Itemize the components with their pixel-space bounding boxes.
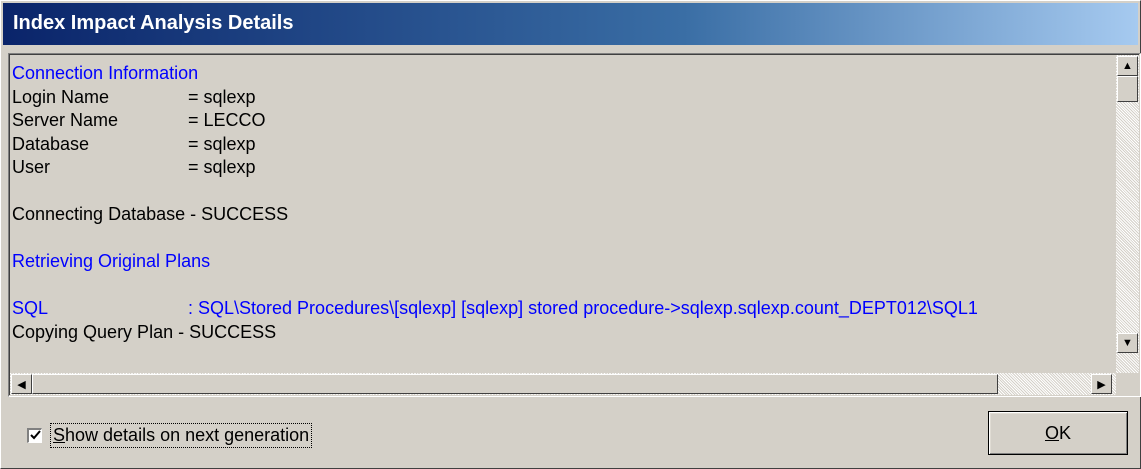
show-details-checkbox[interactable] [27, 427, 42, 443]
arrow-left-icon: ◀ [17, 378, 26, 391]
scroll-up-button[interactable]: ▲ [1117, 56, 1138, 76]
scroll-right-button[interactable]: ▶ [1091, 374, 1112, 394]
vertical-scroll-thumb[interactable] [1117, 76, 1138, 102]
show-details-label[interactable]: Show details on next generation [50, 422, 313, 448]
log-line: Server Name = LECCO [12, 109, 1112, 133]
log-line-key: SQL [12, 298, 49, 318]
window-title: Index Impact Analysis Details [13, 12, 294, 34]
log-line: Database = sqlexp [12, 133, 1112, 157]
log-line-value: = sqlexp [188, 133, 256, 154]
log-line: Copying Query Plan - SUCCESS [12, 321, 277, 342]
arrow-right-icon: ▶ [1097, 378, 1106, 391]
arrow-down-icon: ▼ [1122, 337, 1133, 349]
log-line-value: : SQL\Stored Procedures\[sqlexp] [sqlexp… [188, 298, 978, 318]
log-line: Login Name = sqlexp [12, 86, 1112, 110]
log-line: User = sqlexp [12, 156, 1112, 180]
log-line-key: Database [12, 133, 90, 154]
scroll-down-button[interactable]: ▼ [1117, 333, 1138, 353]
ok-button-label: OK [1044, 422, 1072, 443]
checkmark-icon [29, 430, 41, 440]
log-panel: Connection Information Login Name = sqlexp… [8, 53, 1141, 397]
log-line: Connection Information [12, 63, 199, 83]
log-line-value: = sqlexp [188, 157, 256, 177]
arrow-up-icon: ▲ [1122, 60, 1133, 72]
ok-button[interactable]: OK [988, 411, 1128, 455]
log-text-area[interactable]: Connection Information Login Name = sqlexp… [12, 62, 1112, 372]
scroll-left-button[interactable]: ◀ [11, 374, 32, 394]
log-line-key: Server Name [12, 110, 119, 130]
vertical-scrollbar[interactable]: ▲ ▼ [1116, 55, 1139, 373]
horizontal-scroll-thumb[interactable] [32, 374, 998, 394]
show-details-option[interactable]: Show details on next generation [27, 422, 313, 448]
log-viewport: Connection Information Login Name = sqlexp… [9, 54, 1139, 395]
log-line: SQL : SQL\Stored Procedures\[sqlexp] [sql… [12, 297, 1112, 321]
log-line-key: Login Name [12, 86, 110, 107]
title-bar[interactable]: Index Impact Analysis Details [3, 3, 1138, 45]
scrollbar-corner [1116, 373, 1139, 395]
log-line: Retrieving Original Plans [12, 251, 211, 271]
horizontal-scrollbar[interactable]: ◀ ▶ [10, 373, 1116, 395]
log-line: Connecting Database - SUCCESS [12, 204, 289, 224]
log-line-key: User [12, 157, 51, 177]
log-line-value: = LECCO [188, 110, 266, 130]
analysis-details-dialog: Index Impact Analysis Details Connection… [0, 0, 1141, 469]
log-line-value: = sqlexp [188, 86, 256, 107]
